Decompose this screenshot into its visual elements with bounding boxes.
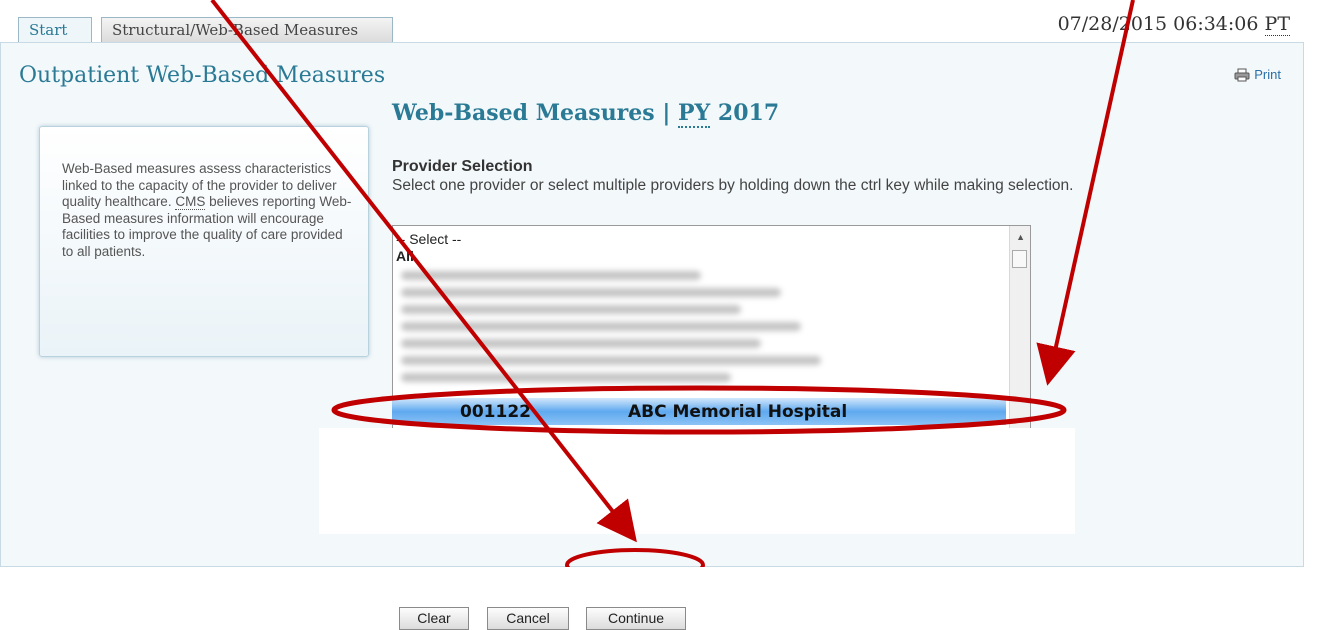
provider-selection-instructions: Select one provider or select multiple p… [392,177,1074,194]
section-title-year: 2017 [710,100,780,126]
tab-start[interactable]: Start [18,17,92,42]
blurred-option[interactable] [401,339,761,348]
blurred-option[interactable] [401,322,801,331]
timestamp-datetime: 07/28/2015 06:34:06 [1057,13,1259,35]
scroll-up-arrow-icon[interactable]: ▲ [1016,232,1025,242]
listbox-option-selected[interactable]: 001122 ABC Memorial Hospital [392,398,1006,425]
printer-icon [1234,68,1250,81]
tab-structural-web-based-measures[interactable]: Structural/Web-Based Measures [101,17,393,42]
blurred-option[interactable] [401,288,781,297]
clear-button[interactable]: Clear [399,607,469,630]
blurred-option[interactable] [401,373,731,382]
main-panel: Outpatient Web-Based Measures Print Web-… [0,42,1304,630]
section-title: Web-Based Measures | PY 2017 [392,100,780,128]
timestamp: 07/28/2015 06:34:06 PT [1057,13,1290,36]
blurred-option[interactable] [401,271,701,280]
blurred-option[interactable] [401,356,821,365]
cancel-button[interactable]: Cancel [487,607,569,630]
listbox-option-all[interactable]: All [396,248,414,264]
scroll-thumb[interactable] [1012,250,1027,268]
continue-button[interactable]: Continue [586,607,686,630]
blurred-option[interactable] [401,305,741,314]
listbox-option-select[interactable]: -- Select -- [396,231,461,247]
info-cms-abbr: CMS [175,194,206,210]
provider-code: 001122 [460,401,531,422]
section-title-main: Web-Based Measures | [392,100,678,126]
tab-bar: Start Structural/Web-Based Measures 07/2… [0,0,1321,42]
info-box: Web-Based measures assess characteristic… [39,126,369,357]
listbox-scrollbar[interactable]: ▲ [1009,226,1030,436]
page-title: Outpatient Web-Based Measures [19,63,386,88]
provider-selection-heading: Provider Selection [392,158,533,175]
redaction-cover [319,428,1075,534]
provider-name: ABC Memorial Hospital [628,401,848,422]
info-text: Web-Based measures assess characteristic… [62,161,352,260]
print-button[interactable]: Print [1234,67,1281,82]
section-title-py: PY [677,100,711,128]
timestamp-zone: PT [1264,13,1290,36]
print-label: Print [1254,67,1281,82]
